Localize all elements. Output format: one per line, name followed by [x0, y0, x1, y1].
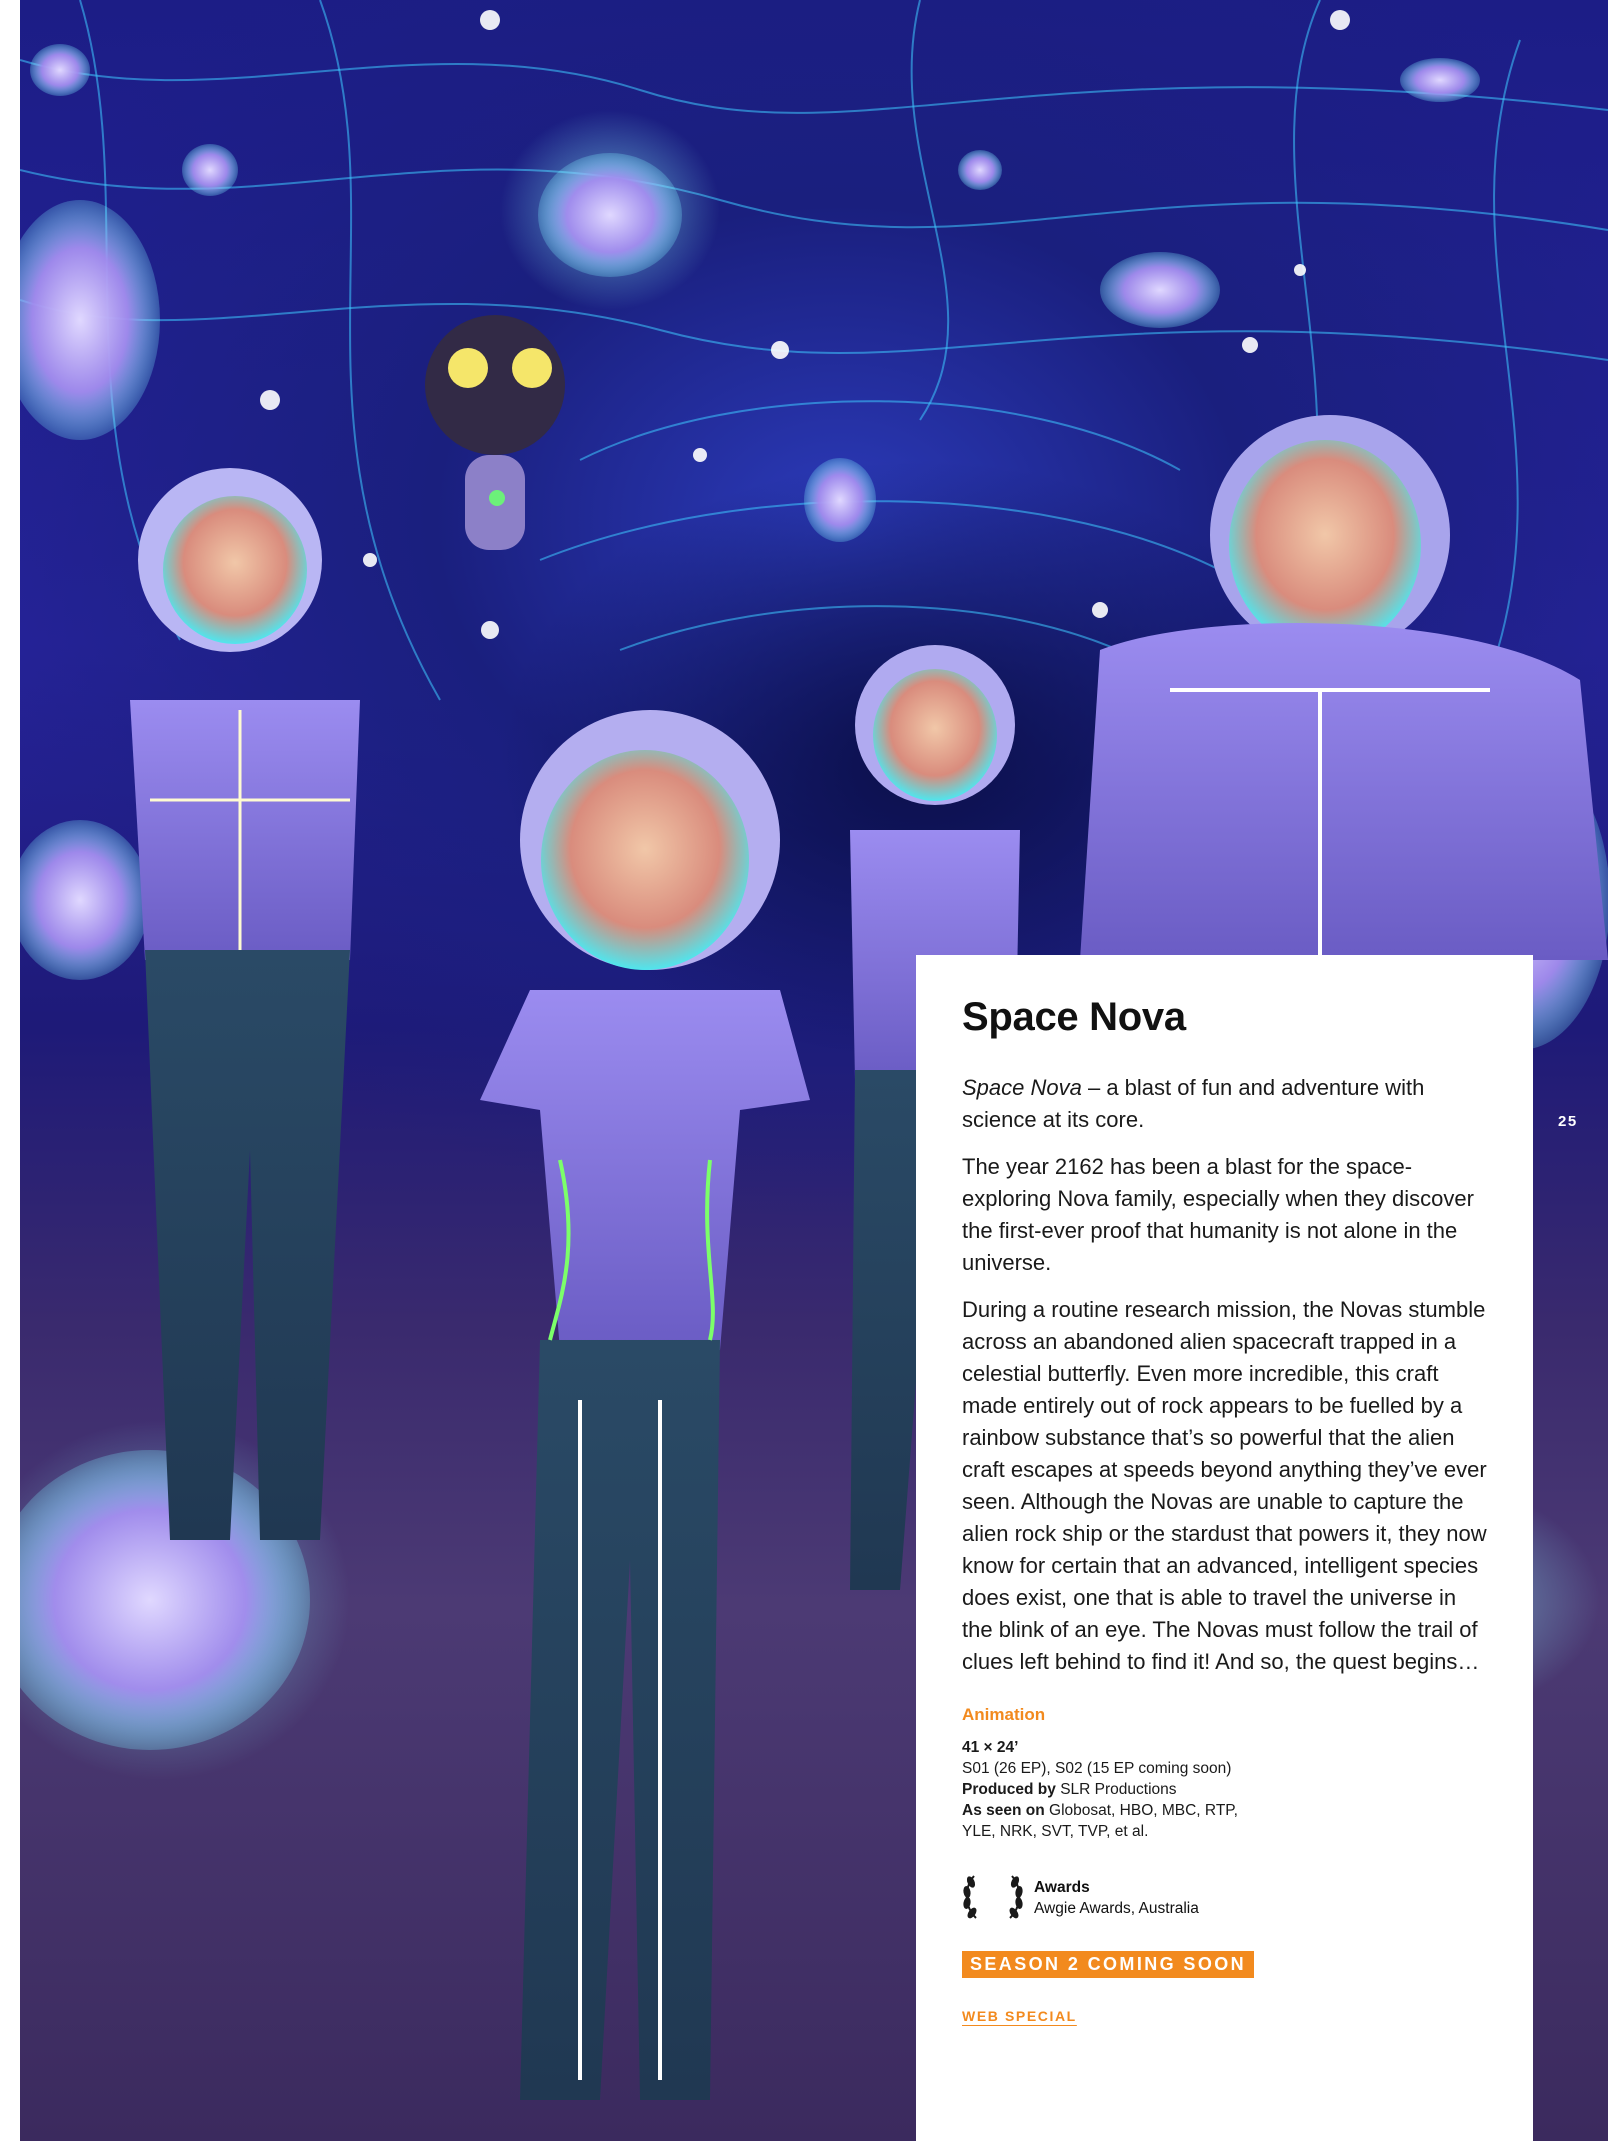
awards-block: Awards Awgie Awards, Australia	[962, 1872, 1487, 1924]
awards-value: Awgie Awards, Australia	[1034, 1900, 1199, 1917]
seasons-value: S01 (26 EP), S02 (15 EP coming soon)	[962, 1760, 1232, 1777]
season-badge: SEASON 2 COMING SOON	[962, 1951, 1255, 1978]
synopsis-paragraph-1: The year 2162 has been a blast for the s…	[962, 1154, 1474, 1275]
producer-label: Produced by	[962, 1781, 1056, 1798]
synopsis-paragraph-2: During a routine research mission, the N…	[962, 1297, 1487, 1674]
genre-label: Animation	[962, 1705, 1046, 1724]
broadcasters-value-2: YLE, NRK, SVT, TVP, et al.	[962, 1823, 1149, 1840]
right-astronaut	[1080, 415, 1608, 960]
left-astronaut	[130, 468, 360, 1540]
awards-heading: Awards	[1034, 1879, 1090, 1896]
format-value: 41 × 24’	[962, 1739, 1019, 1756]
page-number: 25	[1558, 1113, 1578, 1130]
broadcasters-label: As seen on	[962, 1802, 1045, 1819]
details-block: 41 × 24’ S01 (26 EP), S02 (15 EP coming …	[962, 1737, 1487, 1842]
robot-figure	[425, 315, 565, 550]
intro-show-name: Space Nova	[962, 1075, 1082, 1100]
awards-text: Awards Awgie Awards, Australia	[1034, 1877, 1199, 1919]
article-card: Space Nova Space Nova – a blast of fun a…	[916, 955, 1533, 2141]
laurel-wreath-icon	[963, 1875, 1023, 1919]
intro-paragraph: Space Nova – a blast of fun and adventur…	[962, 1072, 1487, 1136]
broadcasters-value-1: Globosat, HBO, MBC, RTP,	[1044, 1802, 1238, 1819]
article-title: Space Nova	[962, 995, 1186, 1039]
web-special-link[interactable]: WEB SPECIAL	[962, 2008, 1077, 2024]
producer-value: SLR Productions	[1055, 1781, 1177, 1798]
front-astronaut	[480, 710, 810, 2100]
